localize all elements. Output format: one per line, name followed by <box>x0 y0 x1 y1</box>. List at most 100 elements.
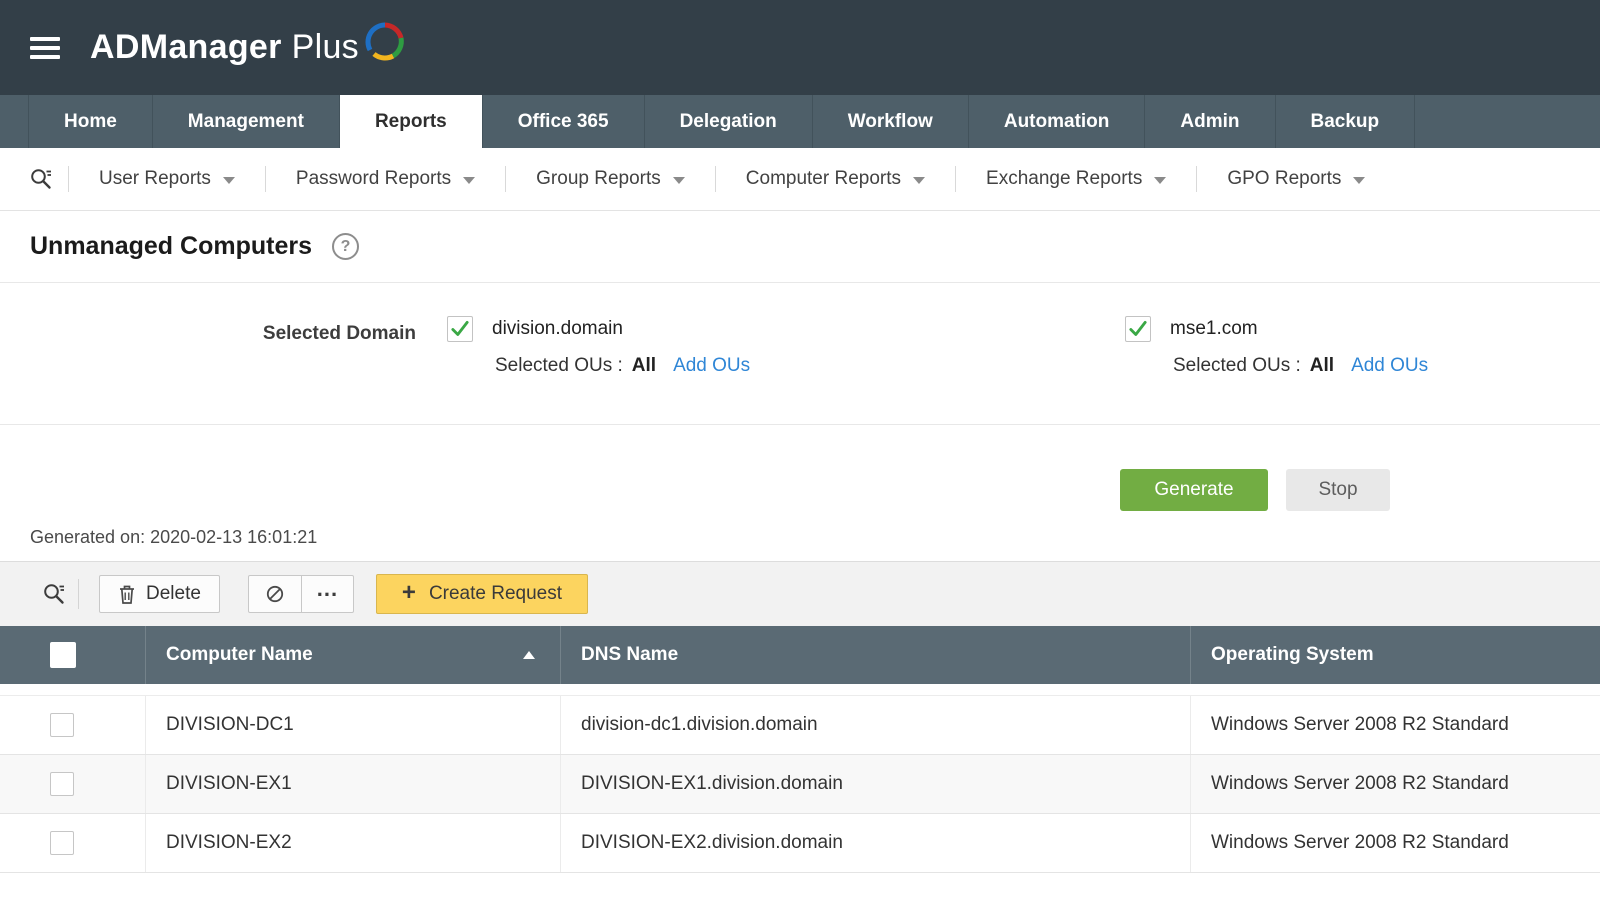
column-label: Operating System <box>1211 644 1374 666</box>
delete-button-label: Delete <box>146 583 201 605</box>
subnav-item-gpo-reports[interactable]: GPO Reports <box>1197 168 1395 190</box>
column-header-computer-name[interactable]: Computer Name <box>145 626 560 684</box>
nav-tabs: Home Management Reports Office 365 Delegatio… <box>0 95 1600 148</box>
table-header: Computer Name DNS Name Operating System <box>0 626 1600 684</box>
table-row[interactable]: DIVISION-DC1 division-dc1.division.domai… <box>0 696 1600 755</box>
add-ous-link[interactable]: Add OUs <box>1351 355 1428 377</box>
column-header-operating-system[interactable]: Operating System <box>1190 626 1600 684</box>
nav-tab-label: Delegation <box>680 111 777 133</box>
sort-asc-icon <box>523 651 535 659</box>
chevron-down-icon <box>223 177 235 184</box>
block-icon <box>265 584 285 604</box>
tab-automation[interactable]: Automation <box>969 95 1146 148</box>
subnav-item-password-reports[interactable]: Password Reports <box>266 168 505 190</box>
subnav-item-exchange-reports[interactable]: Exchange Reports <box>956 168 1196 190</box>
subnav-item-label: User Reports <box>99 168 211 190</box>
domain-checkbox[interactable] <box>447 316 473 342</box>
subnav-item-label: Exchange Reports <box>986 168 1142 190</box>
search-icon[interactable] <box>14 167 68 191</box>
generate-button[interactable]: Generate <box>1120 469 1268 511</box>
report-meta: Generated on: 2020-02-13 16:01:21 <box>0 527 1600 562</box>
checkmark-icon <box>449 318 471 340</box>
create-request-button[interactable]: + Create Request <box>376 574 588 614</box>
selected-domain-label: Selected Domain <box>0 323 416 345</box>
table-body: DIVISION-DC1 division-dc1.division.domai… <box>0 696 1600 873</box>
subnav-items: User Reports Password Reports Group Repo… <box>69 166 1395 192</box>
logo-swirl-icon <box>361 18 409 66</box>
page-title: Unmanaged Computers <box>30 232 312 261</box>
nav-tab-label: Management <box>188 111 304 133</box>
selected-ous-value: All <box>632 355 656 377</box>
tab-backup[interactable]: Backup <box>1276 95 1416 148</box>
table-header-spacer <box>0 684 1600 696</box>
add-ous-link[interactable]: Add OUs <box>673 355 750 377</box>
column-label: DNS Name <box>581 644 678 666</box>
delete-button[interactable]: Delete <box>99 575 220 613</box>
domain-option-mse1-com: mse1.com Selected OUs : All Add OUs <box>1125 316 1428 377</box>
chevron-down-icon <box>913 177 925 184</box>
subnav-item-user-reports[interactable]: User Reports <box>69 168 265 190</box>
column-header-dns-name[interactable]: DNS Name <box>560 626 1190 684</box>
help-icon[interactable]: ? <box>332 233 359 260</box>
domain-option-division-domain: division.domain Selected OUs : All Add O… <box>447 316 750 377</box>
toolbar-button-group: ... <box>248 575 354 613</box>
nav-tab-label: Automation <box>1004 111 1110 133</box>
subnav-item-group-reports[interactable]: Group Reports <box>506 168 715 190</box>
row-checkbox[interactable] <box>50 713 74 737</box>
cell-operating-system: Windows Server 2008 R2 Standard <box>1190 755 1600 813</box>
cell-operating-system: Windows Server 2008 R2 Standard <box>1190 814 1600 872</box>
select-all-checkbox[interactable] <box>50 642 76 668</box>
subnav-item-label: Computer Reports <box>746 168 901 190</box>
nav-tab-label: Backup <box>1311 111 1380 133</box>
domain-name: division.domain <box>492 318 623 340</box>
hamburger-menu-icon[interactable] <box>30 37 60 59</box>
tab-workflow[interactable]: Workflow <box>813 95 969 148</box>
more-actions-button[interactable]: ... <box>301 576 353 612</box>
selected-ous-label: Selected OUs : <box>1173 355 1301 377</box>
generated-on-text: Generated on: 2020-02-13 16:01:21 <box>30 527 317 547</box>
stop-button[interactable]: Stop <box>1286 469 1390 511</box>
report-actions: Generate Stop <box>1120 469 1600 511</box>
nav-tab-label: Home <box>64 111 117 133</box>
nav-tab-label: Office 365 <box>518 111 609 133</box>
table-toolbar: Delete ... + Create Request <box>0 562 1600 626</box>
nav-tab-label: Admin <box>1180 111 1239 133</box>
tab-delegation[interactable]: Delegation <box>645 95 813 148</box>
app-logo-secondary: Plus <box>292 28 359 67</box>
column-label: Computer Name <box>166 644 313 666</box>
tab-admin[interactable]: Admin <box>1145 95 1275 148</box>
chevron-down-icon <box>1154 177 1166 184</box>
tab-home[interactable]: Home <box>28 95 153 148</box>
selected-ous-value: All <box>1310 355 1334 377</box>
subnav-item-computer-reports[interactable]: Computer Reports <box>716 168 955 190</box>
domain-checkbox[interactable] <box>1125 316 1151 342</box>
trash-icon <box>118 584 136 605</box>
nav-tab-label: Workflow <box>848 111 933 133</box>
create-request-label: Create Request <box>429 583 562 605</box>
column-search-icon[interactable] <box>30 582 78 606</box>
cell-computer-name: DIVISION-EX1 <box>145 755 560 813</box>
header-checkbox-cell <box>0 642 145 668</box>
tab-reports[interactable]: Reports <box>340 95 483 148</box>
chevron-down-icon <box>673 177 685 184</box>
cell-computer-name: DIVISION-EX2 <box>145 814 560 872</box>
checkmark-icon <box>1127 318 1149 340</box>
tab-management[interactable]: Management <box>153 95 340 148</box>
nav-tab-label: Reports <box>375 111 447 133</box>
toolbar-divider <box>78 579 79 609</box>
subnav-item-label: GPO Reports <box>1227 168 1341 190</box>
table-row[interactable]: DIVISION-EX1 DIVISION-EX1.division.domai… <box>0 755 1600 814</box>
row-checkbox-cell <box>0 713 145 737</box>
row-checkbox[interactable] <box>50 772 74 796</box>
subnav-item-label: Group Reports <box>536 168 661 190</box>
tab-office-365[interactable]: Office 365 <box>483 95 645 148</box>
row-checkbox[interactable] <box>50 831 74 855</box>
domain-name: mse1.com <box>1170 318 1258 340</box>
selected-ous-label: Selected OUs : <box>495 355 623 377</box>
subnav-item-label: Password Reports <box>296 168 451 190</box>
disable-button[interactable] <box>249 576 301 612</box>
table-row[interactable]: DIVISION-EX2 DIVISION-EX2.division.domai… <box>0 814 1600 873</box>
row-checkbox-cell <box>0 831 145 855</box>
chevron-down-icon <box>1353 177 1365 184</box>
cell-dns-name: DIVISION-EX2.division.domain <box>560 814 1190 872</box>
